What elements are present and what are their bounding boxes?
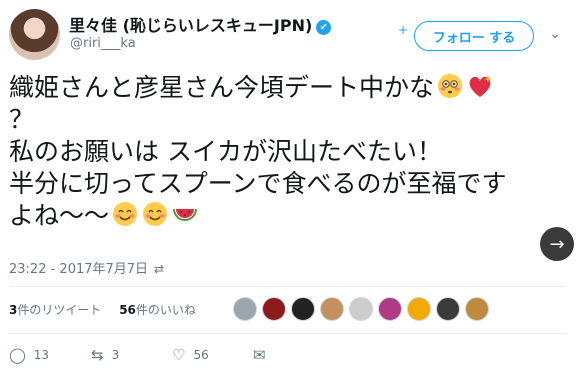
reply-count: 13 [33, 348, 50, 362]
liker-avatar[interactable] [320, 297, 344, 321]
like-count: 56 [193, 348, 209, 362]
follow-button[interactable]: フォロー する [414, 21, 534, 51]
tweet-text: 織姫さんと彦星さん今頃デート中かな ？ 私のお願いは スイカが沢山たべたい！ 半… [9, 72, 529, 232]
envelope-icon[interactable]: ✉ [253, 346, 266, 364]
retweet-icon[interactable]: ⇆ [91, 346, 104, 364]
like-stat-count[interactable]: 56 [119, 303, 136, 317]
reply-icon[interactable]: ◯ [9, 346, 26, 364]
tweet-line-1: 織姫さんと彦星さん今頃デート中かな [9, 72, 529, 104]
heart-icon[interactable]: ♡ [172, 346, 185, 364]
tweet-timestamp[interactable]: 23:22 - 2017年7月7日 ⇄ [9, 258, 164, 277]
liker-avatar[interactable] [436, 297, 460, 321]
liker-avatar[interactable] [407, 297, 431, 321]
follow-plus-icon: + [398, 23, 409, 37]
smiling-face-icon [143, 202, 168, 226]
tweet-stats: 3件のリツイート 56件のいいね [9, 301, 210, 318]
retweet-stat-label[interactable]: 件のリツイート [17, 303, 101, 317]
divider [9, 333, 566, 334]
direct-message-button[interactable]: ✉ [253, 346, 274, 364]
liker-avatar[interactable] [349, 297, 373, 321]
flushed-face-icon [438, 74, 463, 98]
liker-avatar[interactable] [291, 297, 315, 321]
tweet-line-5-text: よね〜〜 [9, 201, 110, 230]
tweet-line-1-text: 織姫さんと彦星さん今頃デート中かな [9, 73, 435, 102]
sparkling-heart-icon [469, 75, 493, 97]
liker-avatar[interactable] [262, 297, 286, 321]
like-stat[interactable]: 56件のいいね [119, 303, 196, 317]
next-tweet-arrow-icon[interactable]: → [540, 227, 574, 261]
user-handle[interactable]: @riri___ka [70, 36, 136, 51]
timestamp-text[interactable]: 23:22 - 2017年7月7日 [9, 262, 148, 277]
divider [9, 286, 566, 287]
tweet-line-2: ？ [9, 105, 35, 134]
retweet-stat[interactable]: 3件のリツイート [9, 303, 101, 317]
tweet-line-4: 半分に切ってスプーンで食べるのが至福です [9, 169, 507, 198]
like-button[interactable]: ♡ 56 [172, 346, 209, 364]
tweet-actions: ◯ 13 ⇆ 3 ♡ 56 ✉ [9, 346, 309, 366]
watermelon-icon [173, 209, 198, 221]
verified-badge-icon: ✔ [316, 20, 332, 35]
avatar[interactable] [9, 9, 60, 60]
chevron-down-icon[interactable]: ⌄ [547, 26, 563, 42]
display-name[interactable]: 里々佳 (恥じらいレスキューJPN) ✔ [69, 12, 332, 36]
retweet-count: 3 [111, 348, 120, 362]
liker-avatar[interactable] [233, 297, 257, 321]
tweet-line-5: よね〜〜 [9, 200, 529, 232]
translate-icon[interactable]: ⇄ [154, 262, 164, 276]
smiling-face-icon [113, 202, 138, 226]
like-stat-label[interactable]: 件のいいね [136, 303, 196, 317]
liker-avatar[interactable] [378, 297, 402, 321]
tweet-line-3: 私のお願いは スイカが沢山たべたい！ [9, 137, 442, 166]
liker-avatar[interactable] [465, 297, 489, 321]
retweet-button[interactable]: ⇆ 3 [91, 346, 119, 364]
reply-button[interactable]: ◯ 13 [9, 346, 49, 364]
display-name-text[interactable]: 里々佳 (恥じらいレスキューJPN) [69, 16, 312, 35]
